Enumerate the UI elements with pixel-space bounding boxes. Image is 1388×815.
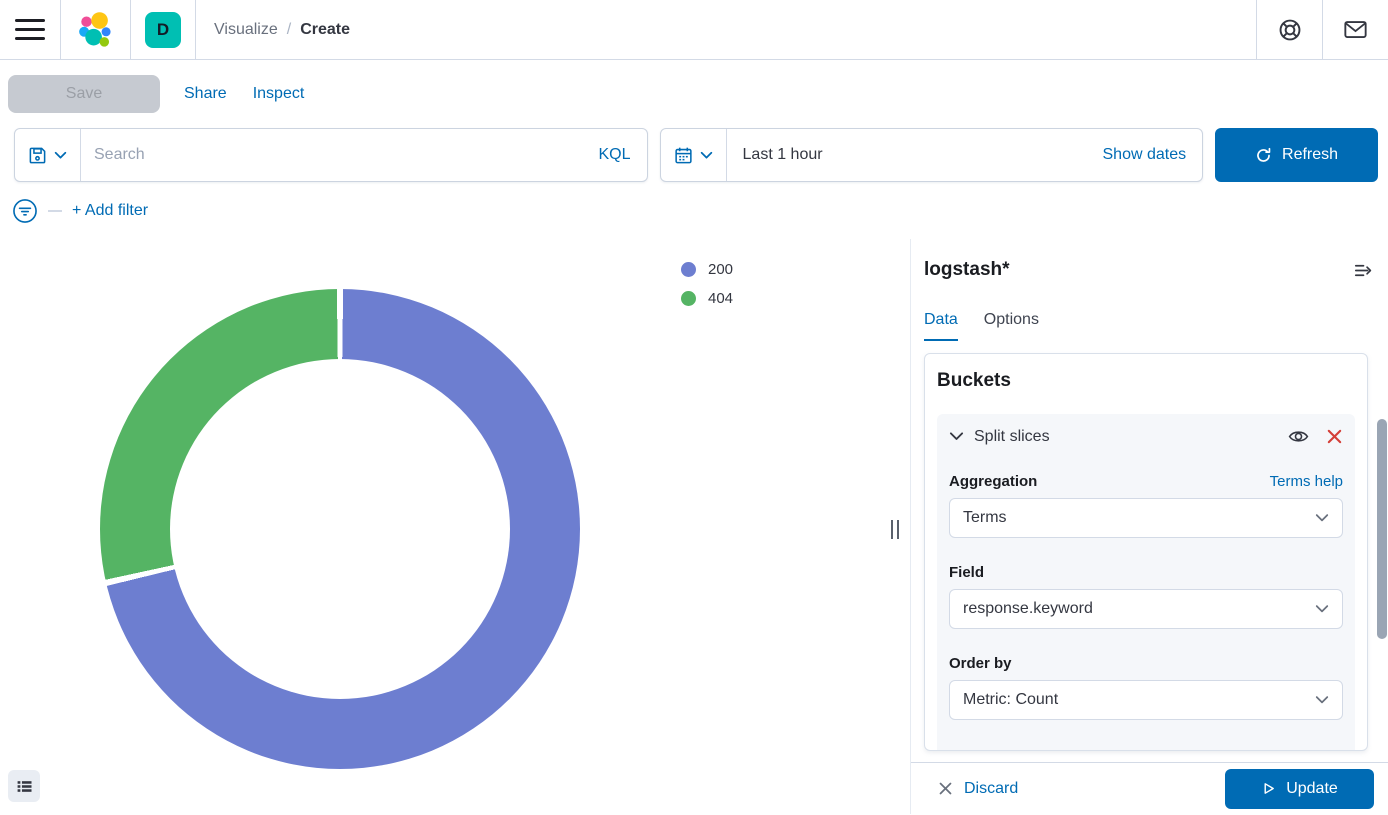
buckets-card: Buckets Split slices <box>924 353 1368 751</box>
elastic-logo-icon <box>77 11 115 49</box>
filter-icon <box>12 198 38 224</box>
panel-tabs: Data Options <box>924 311 1388 341</box>
main-content: 200 404 logstash* <box>0 239 1388 814</box>
order-by-value: Metric: Count <box>963 691 1058 709</box>
search-box: KQL <box>14 128 648 182</box>
index-pattern-title: logstash* <box>924 259 1010 281</box>
split-slices-label: Split slices <box>974 428 1050 446</box>
order-by-label: Order by <box>949 655 1012 672</box>
field-value: response.keyword <box>963 600 1093 618</box>
save-icon <box>28 146 47 165</box>
editor-side-panel: logstash* Data Options Buckets <box>910 239 1388 814</box>
breadcrumb-create: Create <box>300 21 350 39</box>
help-icon <box>1278 18 1302 42</box>
update-label: Update <box>1286 780 1338 798</box>
app-header: D Visualize / Create <box>0 0 1388 60</box>
elastic-logo[interactable] <box>61 0 130 59</box>
query-language-button[interactable]: KQL <box>583 146 647 164</box>
chevron-down-icon <box>1315 602 1329 616</box>
chevron-down-icon <box>54 149 67 162</box>
aggregation-label: Aggregation <box>949 473 1037 490</box>
panel-resize-handle[interactable] <box>891 520 899 539</box>
time-range-value[interactable]: Last 1 hour <box>743 146 823 164</box>
inspect-button[interactable]: Inspect <box>253 85 305 103</box>
filter-options-button[interactable] <box>12 198 38 224</box>
query-bar: KQL Last 1 hour Show dates Refresh <box>0 128 1388 182</box>
eye-icon <box>1288 426 1309 447</box>
legend-label: 200 <box>708 261 733 278</box>
space-avatar[interactable]: D <box>145 12 181 48</box>
newsfeed-button[interactable] <box>1343 17 1368 42</box>
aggregation-select[interactable]: Terms <box>949 498 1343 538</box>
legend-swatch <box>681 262 696 277</box>
cross-icon <box>938 781 953 796</box>
chevron-down-icon <box>1315 511 1329 525</box>
accordion-toggle-button[interactable] <box>949 429 964 444</box>
order-by-select[interactable]: Metric: Count <box>949 680 1343 720</box>
breadcrumb-visualize[interactable]: Visualize <box>214 21 278 39</box>
filter-bar: + Add filter <box>0 182 1388 239</box>
breadcrumb: Visualize / Create <box>196 0 1256 59</box>
legend-label: 404 <box>708 290 733 307</box>
legend-swatch <box>681 291 696 306</box>
buckets-heading: Buckets <box>937 370 1355 392</box>
toggle-visibility-button[interactable] <box>1288 426 1309 447</box>
chevron-down-icon <box>700 149 713 162</box>
list-icon <box>16 778 33 795</box>
play-icon <box>1261 781 1276 796</box>
split-slices-accordion: Split slices <box>937 414 1355 751</box>
tab-data[interactable]: Data <box>924 311 958 341</box>
share-button[interactable]: Share <box>184 85 227 103</box>
panel-footer: Discard Update <box>911 762 1388 814</box>
discard-button[interactable]: Discard <box>938 780 1018 798</box>
donut-chart[interactable] <box>100 289 580 769</box>
add-filter-button[interactable]: + Add filter <box>72 202 148 220</box>
tab-options[interactable]: Options <box>984 311 1039 341</box>
remove-bucket-button[interactable] <box>1326 428 1343 445</box>
mail-icon <box>1343 17 1368 42</box>
chevron-down-icon <box>1315 693 1329 707</box>
legend-item[interactable]: 404 <box>681 290 733 307</box>
donut-hole <box>170 359 510 699</box>
refresh-button[interactable]: Refresh <box>1215 128 1378 182</box>
close-icon <box>1326 428 1343 445</box>
collapse-panel-button[interactable] <box>1354 261 1373 280</box>
calendar-icon <box>674 146 693 165</box>
chart-legend: 200 404 <box>681 261 733 307</box>
save-button[interactable]: Save <box>8 75 160 113</box>
date-picker-box: Last 1 hour Show dates <box>660 128 1204 182</box>
help-button[interactable] <box>1278 18 1302 42</box>
chevron-down-icon <box>949 429 964 444</box>
filter-divider <box>48 210 62 212</box>
show-dates-button[interactable]: Show dates <box>1103 146 1187 164</box>
visualization-area: 200 404 <box>0 239 910 814</box>
menu-right-icon <box>1354 261 1373 280</box>
menu-hamburger-icon[interactable] <box>15 19 45 40</box>
terms-help-link[interactable]: Terms help <box>1270 473 1343 490</box>
saved-query-menu-button[interactable] <box>15 129 80 181</box>
discard-label: Discard <box>964 780 1018 798</box>
refresh-label: Refresh <box>1282 146 1338 164</box>
field-select[interactable]: response.keyword <box>949 589 1343 629</box>
legend-toggle-button[interactable] <box>8 770 40 802</box>
breadcrumb-separator: / <box>287 21 291 39</box>
panel-scrollbar[interactable] <box>1377 419 1387 639</box>
refresh-icon <box>1255 147 1272 164</box>
legend-item[interactable]: 200 <box>681 261 733 278</box>
search-input[interactable] <box>81 146 583 164</box>
field-label: Field <box>949 564 984 581</box>
update-button[interactable]: Update <box>1225 769 1374 809</box>
aggregation-value: Terms <box>963 509 1007 527</box>
input-divider <box>726 129 727 181</box>
action-bar: Save Share Inspect <box>0 60 1388 128</box>
date-quick-select-button[interactable] <box>661 129 726 181</box>
